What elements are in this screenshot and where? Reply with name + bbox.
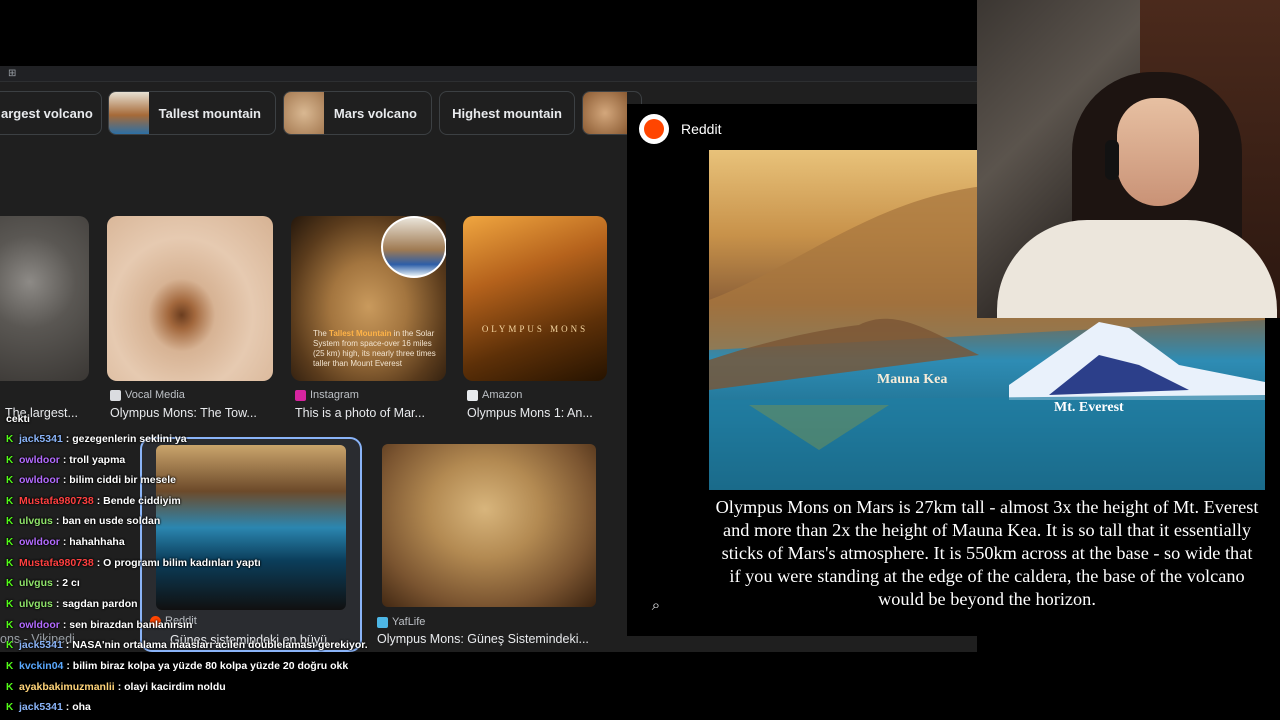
label-mt-everest: Mt. Everest xyxy=(1054,400,1124,415)
book-cover-title: OLYMPUS MONS xyxy=(481,324,589,334)
chat-message: Kayakbakimuzmanlii: olayi kacirdim noldu xyxy=(6,681,226,693)
chip-label: argest volcano xyxy=(1,105,93,121)
kick-badge-icon: K xyxy=(6,515,14,527)
chip-label: Tallest mountain xyxy=(158,105,261,121)
webcam-overlay xyxy=(977,0,1280,318)
stream-top-bar xyxy=(0,0,977,66)
chat-message: Kjack5341: gezegenlerin seklini ya xyxy=(6,433,187,445)
result-title[interactable]: Olympus Mons 1: An... xyxy=(467,406,607,420)
kick-badge-icon: K xyxy=(6,598,14,610)
kick-badge-icon: K xyxy=(6,474,14,486)
amazon-icon xyxy=(467,389,478,401)
chip-label: Highest mountain xyxy=(452,105,562,121)
reddit-logo-icon xyxy=(639,114,669,144)
chat-message: Kowldoor: troll yapma xyxy=(6,454,126,466)
chip-thumbnail xyxy=(109,92,149,134)
browser-toolbar: ⊞ xyxy=(0,66,977,82)
chip-thumbnail xyxy=(583,92,627,134)
kick-badge-icon: K xyxy=(6,454,14,466)
chip-largest-volcano[interactable]: argest volcano xyxy=(0,91,102,135)
label-mauna-kea: Mauna Kea xyxy=(877,372,948,387)
chat-message: Kulvgus: ban en usde soldan xyxy=(6,515,161,527)
chip-mars-volcano[interactable]: Mars volcano xyxy=(283,91,432,135)
chip-thumbnail xyxy=(284,92,324,134)
earth-inset-icon xyxy=(381,216,446,278)
result-source: YafLife xyxy=(377,616,425,628)
headset-icon xyxy=(1105,140,1119,180)
chip-tallest-mountain[interactable]: Tallest mountain xyxy=(108,91,276,135)
kick-badge-icon: K xyxy=(6,495,14,507)
chat-overlay: cekti Kjack5341: gezegenlerin seklini ya… xyxy=(0,412,380,720)
chat-message: K Mustafa980738: O programı bilim kadınla… xyxy=(6,557,261,569)
apps-grid-icon[interactable]: ⊞ xyxy=(8,69,18,79)
result-image-4[interactable]: OLYMPUS MONS xyxy=(463,216,607,381)
result-image-3[interactable]: The Tallest Mountain in the Solar System… xyxy=(291,216,446,381)
chat-message: Kkvckin04: bilim biraz kolpa ya yüzde 80… xyxy=(6,660,349,672)
chip-label: Mars volcano xyxy=(333,105,417,121)
result-title[interactable]: Olympus Mons: Güneş Sistemindeki... xyxy=(377,632,612,646)
chat-message: Kjack5341: oha xyxy=(6,701,91,713)
kick-badge-icon: K xyxy=(6,433,14,445)
chat-message: Kowldoor: bilim ciddi bir mesele xyxy=(6,474,177,486)
kick-badge-icon: K xyxy=(6,701,14,713)
preview-source-name: Reddit xyxy=(681,121,722,137)
chat-message: Kulvgus: 2 cı xyxy=(6,577,80,589)
result-source: Vocal Media xyxy=(110,389,185,401)
chat-message: Kulvgus: sagdan pardon xyxy=(6,598,138,610)
kick-badge-icon: K xyxy=(6,536,14,548)
chat-message: Kjack5341: NASA'nin ortalama maasları ac… xyxy=(6,639,368,651)
result-source: Amazon xyxy=(467,389,522,401)
streamer-shirt xyxy=(997,220,1277,318)
kick-badge-icon: K xyxy=(6,681,14,693)
instagram-icon xyxy=(295,389,306,401)
result-image-1[interactable] xyxy=(0,216,89,381)
chat-message: Kowldoor: sen birazdan banlanırsın xyxy=(6,619,193,631)
kick-badge-icon: K xyxy=(6,619,14,631)
streamer-face xyxy=(1117,98,1199,206)
result-image-2[interactable] xyxy=(107,216,273,381)
chat-message: K Mustafa980738: Bende ciddiyim xyxy=(6,495,181,507)
lens-search-icon[interactable]: ⌕ xyxy=(647,597,665,615)
kick-badge-icon: K xyxy=(6,639,14,651)
vocal-media-icon xyxy=(110,389,121,401)
chat-message: cekti xyxy=(6,413,30,425)
result-source: Instagram xyxy=(295,389,359,401)
kick-badge-icon: K xyxy=(6,577,14,589)
chat-message: Kowldoor: hahahhaha xyxy=(6,536,125,548)
preview-source[interactable]: Reddit xyxy=(639,114,721,144)
kick-badge-icon: K xyxy=(6,557,14,569)
image-caption: The Tallest Mountain in the Solar System… xyxy=(313,329,436,368)
result-image-6[interactable] xyxy=(382,444,596,607)
kick-badge-icon: K xyxy=(6,660,14,672)
chip-highest-mountain[interactable]: Highest mountain xyxy=(439,91,575,135)
image-caption-text: Olympus Mons on Mars is 27km tall - almo… xyxy=(715,497,1259,609)
